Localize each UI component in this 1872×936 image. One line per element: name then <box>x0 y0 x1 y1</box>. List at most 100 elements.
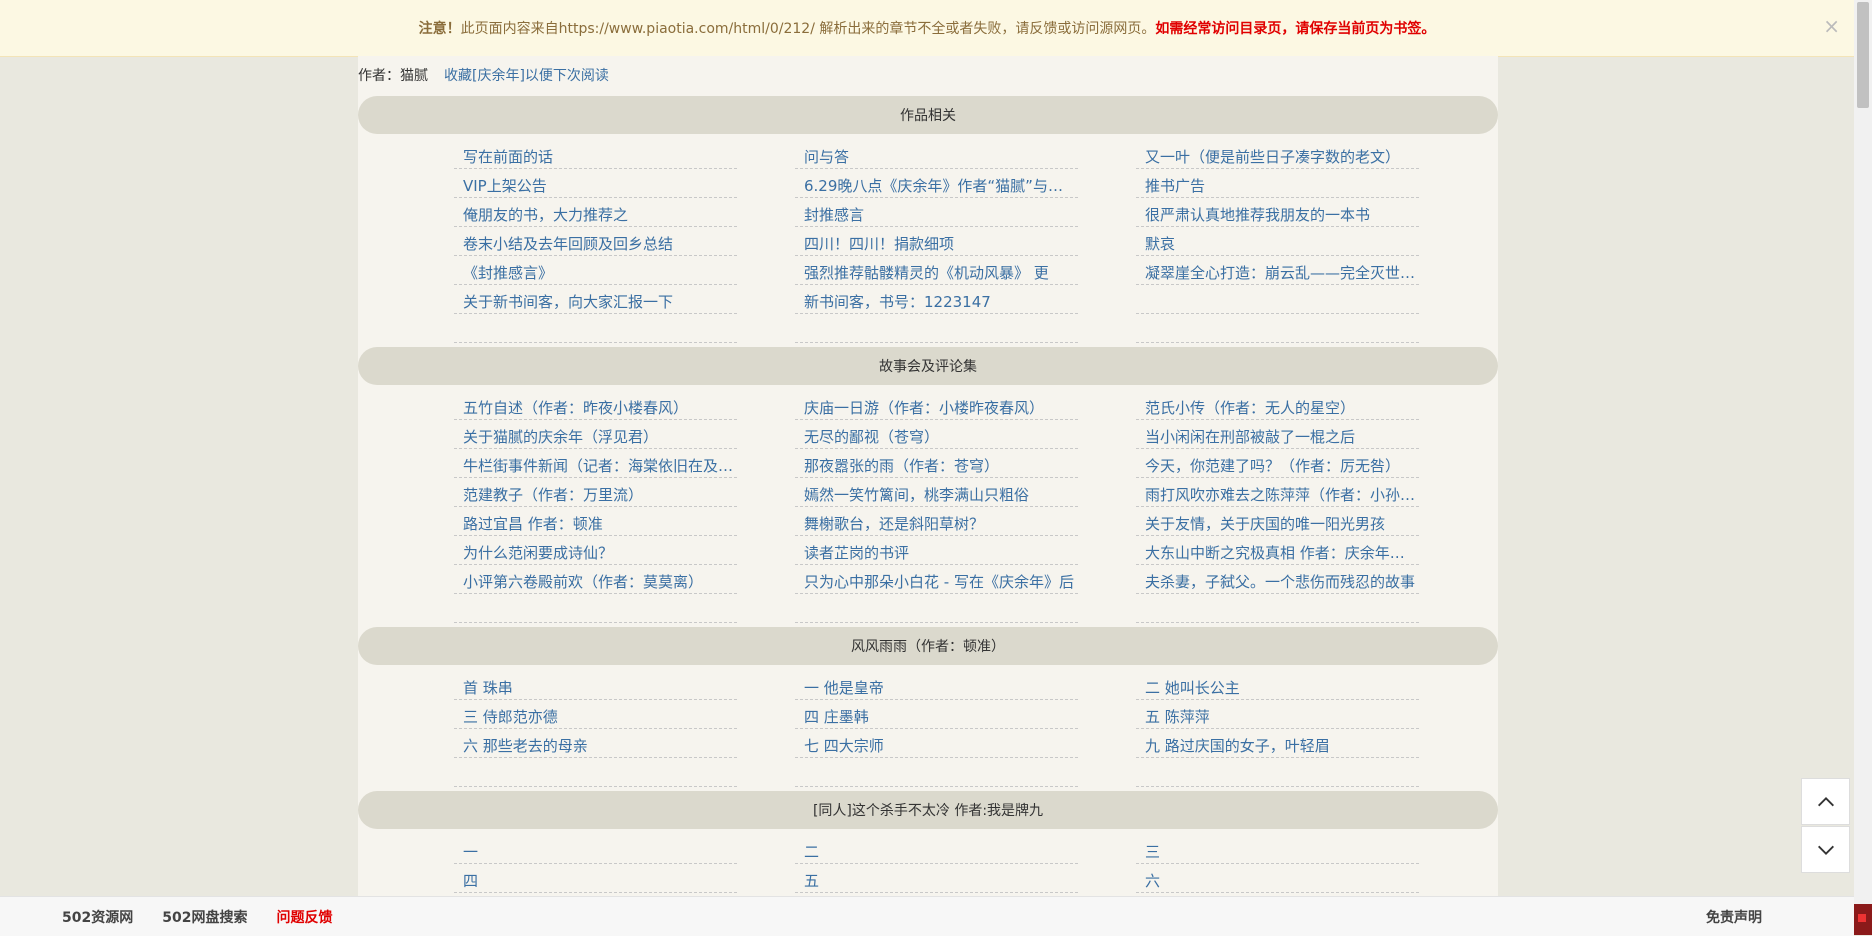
chapter-item[interactable]: 雨打风吹亦难去之陈萍萍（作者：小孙子） <box>1136 478 1419 507</box>
chapter-link[interactable]: 一 他是皇帝 <box>804 677 884 699</box>
chapter-item[interactable]: 路过宜昌 作者：顿准 <box>454 507 737 536</box>
chapter-item[interactable]: 写在前面的话 <box>454 140 737 169</box>
footer-link-feedback[interactable]: 问题反馈 <box>276 907 332 927</box>
chapter-item[interactable] <box>1136 314 1419 343</box>
chapter-link[interactable]: 关于新书间客，向大家汇报一下 <box>463 291 673 313</box>
chapter-link[interactable]: 五竹自述（作者：昨夜小楼春风） <box>463 397 688 419</box>
close-icon[interactable]: × <box>1823 14 1840 38</box>
chapter-item[interactable]: 很严肃认真地推荐我朋友的一本书 <box>1136 198 1419 227</box>
chapter-link[interactable]: 那夜嚣张的雨（作者：苍穹） <box>804 455 999 477</box>
chapter-item[interactable]: 读者芷岗的书评 <box>795 536 1078 565</box>
chapter-item[interactable] <box>1136 594 1419 623</box>
chapter-link[interactable]: 六 那些老去的母亲 <box>463 735 588 757</box>
chapter-link[interactable]: 路过宜昌 作者：顿准 <box>463 513 603 535</box>
chapter-item[interactable]: 封推感言 <box>795 198 1078 227</box>
chapter-link[interactable]: 四 <box>463 870 478 892</box>
chapter-link[interactable]: VIP上架公告 <box>463 175 547 197</box>
chapter-link[interactable]: 新书间客，书号：1223147 <box>804 291 991 313</box>
chapter-link[interactable]: 嫣然一笑竹篱间，桃李满山只粗俗 <box>804 484 1029 506</box>
chapter-link[interactable]: 强烈推荐骷髅精灵的《机动风暴》 更 <box>804 262 1049 284</box>
chapter-link[interactable]: 关于友情，关于庆国的唯一阳光男孩 <box>1145 513 1385 535</box>
chapter-item[interactable]: 二 她叫长公主 <box>1136 671 1419 700</box>
chapter-item[interactable]: VIP上架公告 <box>454 169 737 198</box>
chapter-item[interactable]: 五竹自述（作者：昨夜小楼春风） <box>454 391 737 420</box>
chapter-link[interactable]: 舞榭歌台，还是斜阳草树？ <box>804 513 984 535</box>
chapter-item[interactable]: 一 <box>454 835 737 864</box>
chapter-item[interactable]: 只为心中那朵小白花 - 写在《庆余年》后 <box>795 565 1078 594</box>
chapter-item[interactable]: 六 <box>1136 864 1419 893</box>
chapter-item[interactable]: 牛栏街事件新闻（记者：海棠依旧在及时报道） <box>454 449 737 478</box>
chapter-item[interactable]: 推书广告 <box>1136 169 1419 198</box>
footer-disclaimer[interactable]: 免责声明 <box>1706 907 1762 927</box>
chapter-link[interactable]: 二 <box>804 841 819 863</box>
chapter-link[interactable]: 夫杀妻，子弑父。一个悲伤而残忍的故事 <box>1145 571 1415 593</box>
chapter-link[interactable]: 三 <box>1145 841 1160 863</box>
chapter-item[interactable]: 四 庄墨韩 <box>795 700 1078 729</box>
chapter-link[interactable]: 雨打风吹亦难去之陈萍萍（作者：小孙子） <box>1145 484 1417 506</box>
flag-icon[interactable] <box>1854 904 1872 935</box>
chapter-link[interactable]: 无尽的鄙视（苍穹） <box>804 426 939 448</box>
chapter-item[interactable]: 小评第六卷殿前欢（作者：莫莫离） <box>454 565 737 594</box>
chapter-item[interactable] <box>795 758 1078 787</box>
chapter-link[interactable]: 首 珠串 <box>463 677 513 699</box>
chapter-item[interactable]: 六 那些老去的母亲 <box>454 729 737 758</box>
chapter-item[interactable]: 四 <box>454 864 737 893</box>
scrollbar-thumb[interactable] <box>1857 2 1869 108</box>
chapter-item[interactable]: 大东山中断之究极真相 作者：庆余年众读者 <box>1136 536 1419 565</box>
chapter-item[interactable]: 默哀 <box>1136 227 1419 256</box>
chapter-link[interactable]: 五 <box>804 870 819 892</box>
chapter-item[interactable]: 问与答 <box>795 140 1078 169</box>
page-scrollbar[interactable] <box>1854 0 1872 935</box>
chapter-item[interactable]: 关于友情，关于庆国的唯一阳光男孩 <box>1136 507 1419 536</box>
chapter-link[interactable]: 只为心中那朵小白花 - 写在《庆余年》后 <box>804 571 1074 593</box>
chapter-link[interactable]: 四 庄墨韩 <box>804 706 869 728</box>
chapter-link[interactable]: 范建教子（作者：万里流） <box>463 484 643 506</box>
footer-link-502-resource[interactable]: 502资源网 <box>62 907 133 927</box>
chapter-link[interactable]: 关于猫腻的庆余年（浮见君） <box>463 426 658 448</box>
chapter-link[interactable]: 六 <box>1145 870 1160 892</box>
chapter-item[interactable] <box>795 594 1078 623</box>
chapter-item[interactable]: 嫣然一笑竹篱间，桃李满山只粗俗 <box>795 478 1078 507</box>
chapter-item[interactable]: 四川！四川！捐款细项 <box>795 227 1078 256</box>
chapter-item[interactable]: 凝翠崖全心打造：崩云乱——完全灭世之作 <box>1136 256 1419 285</box>
chapter-link[interactable]: 读者芷岗的书评 <box>804 542 909 564</box>
chapter-item[interactable]: 《封推感言》 <box>454 256 737 285</box>
chapter-item[interactable]: 今天，你范建了吗？（作者：厉无咎） <box>1136 449 1419 478</box>
chapter-item[interactable]: 6.29晚八点《庆余年》作者“猫腻”与您相约 <box>795 169 1078 198</box>
chapter-item[interactable]: 五 <box>795 864 1078 893</box>
chapter-item[interactable]: 舞榭歌台，还是斜阳草树？ <box>795 507 1078 536</box>
chapter-link[interactable]: 当小闲闲在刑部被敲了一棍之后 <box>1145 426 1355 448</box>
chapter-link[interactable]: 牛栏街事件新闻（记者：海棠依旧在及时报道） <box>463 455 735 477</box>
chapter-link[interactable]: 四川！四川！捐款细项 <box>804 233 954 255</box>
chapter-link[interactable]: 问与答 <box>804 146 849 168</box>
chapter-item[interactable]: 范建教子（作者：万里流） <box>454 478 737 507</box>
chapter-item[interactable]: 一 他是皇帝 <box>795 671 1078 700</box>
chapter-link[interactable]: 《封推感言》 <box>463 262 553 284</box>
chapter-link[interactable]: 写在前面的话 <box>463 146 553 168</box>
chapter-item[interactable]: 又一叶（便是前些日子凑字数的老文） <box>1136 140 1419 169</box>
chapter-item[interactable]: 强烈推荐骷髅精灵的《机动风暴》 更 <box>795 256 1078 285</box>
chapter-item[interactable]: 关于猫腻的庆余年（浮见君） <box>454 420 737 449</box>
scroll-down-button[interactable] <box>1801 826 1850 873</box>
chapter-item[interactable]: 三 <box>1136 835 1419 864</box>
chapter-item[interactable]: 首 珠串 <box>454 671 737 700</box>
chapter-link[interactable]: 卷末小结及去年回顾及回乡总结 <box>463 233 673 255</box>
chapter-link[interactable]: 一 <box>463 841 478 863</box>
chapter-item[interactable]: 无尽的鄙视（苍穹） <box>795 420 1078 449</box>
chapter-item[interactable]: 九 路过庆国的女子，叶轻眉 <box>1136 729 1419 758</box>
chapter-link[interactable]: 封推感言 <box>804 204 864 226</box>
chapter-link[interactable]: 又一叶（便是前些日子凑字数的老文） <box>1145 146 1400 168</box>
chapter-item[interactable]: 卷末小结及去年回顾及回乡总结 <box>454 227 737 256</box>
chapter-item[interactable] <box>454 314 737 343</box>
chapter-item[interactable]: 夫杀妻，子弑父。一个悲伤而残忍的故事 <box>1136 565 1419 594</box>
chapter-item[interactable] <box>1136 758 1419 787</box>
chapter-link[interactable]: 五 陈萍萍 <box>1145 706 1210 728</box>
chapter-link[interactable]: 推书广告 <box>1145 175 1205 197</box>
favorite-link[interactable]: 收藏[庆余年]以便下次阅读 <box>444 65 609 85</box>
chapter-link[interactable]: 九 路过庆国的女子，叶轻眉 <box>1145 735 1330 757</box>
chapter-link[interactable]: 为什么范闲要成诗仙？ <box>463 542 613 564</box>
chapter-item[interactable] <box>454 594 737 623</box>
chapter-link[interactable]: 庆庙一日游（作者：小楼昨夜春风） <box>804 397 1044 419</box>
chapter-item[interactable]: 二 <box>795 835 1078 864</box>
chapter-item[interactable] <box>1136 285 1419 314</box>
